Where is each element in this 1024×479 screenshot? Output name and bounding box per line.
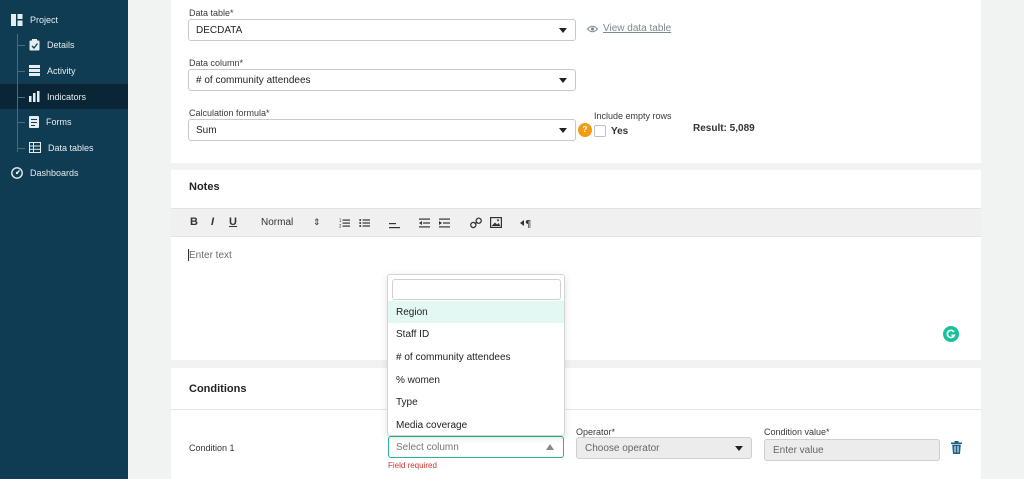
- condition-value-label: Condition value*: [764, 427, 830, 437]
- sidebar-item-label: Data tables: [48, 142, 94, 153]
- svg-text:1: 1: [339, 218, 342, 223]
- calculation-formula-select[interactable]: Sum: [188, 119, 576, 141]
- format-select-arrow-icon: ⇕: [313, 217, 321, 227]
- svg-text:¶: ¶: [525, 219, 531, 228]
- chevron-down-icon: [559, 128, 567, 133]
- include-empty-rows-yes-label: Yes: [611, 126, 629, 137]
- dropdown-option[interactable]: Staff ID: [388, 323, 564, 345]
- notes-editor[interactable]: Enter text: [189, 250, 232, 261]
- help-icon[interactable]: ?: [578, 123, 592, 137]
- include-empty-rows-label: Include empty rows: [594, 111, 672, 121]
- grammarly-icon[interactable]: [943, 326, 959, 342]
- conditions-card: [171, 368, 981, 479]
- ordered-list-icon[interactable]: 12: [339, 218, 350, 228]
- eye-icon: [587, 25, 598, 32]
- dropdown-option[interactable]: Media coverage: [388, 414, 564, 436]
- clipboard-icon: [29, 39, 40, 51]
- sidebar: Project Details Activity Indicators Form…: [0, 0, 128, 479]
- chevron-down-icon: [735, 446, 743, 451]
- column-dropdown-menu: Region Staff ID # of community attendees…: [387, 274, 565, 436]
- svg-text:2: 2: [339, 224, 342, 229]
- calculation-formula-value: Sum: [196, 124, 217, 136]
- data-table-select[interactable]: DECDATA: [188, 19, 576, 41]
- sidebar-item-label: Activity: [47, 65, 76, 76]
- outdent-icon[interactable]: [419, 218, 430, 228]
- sidebar-item-dashboards[interactable]: Dashboards: [11, 167, 79, 179]
- sidebar-item-forms[interactable]: Forms: [29, 116, 72, 128]
- sidebar-tree-tick: [17, 71, 25, 72]
- include-empty-rows-checkbox[interactable]: [594, 125, 606, 137]
- view-data-table-text: View data table: [603, 23, 672, 34]
- bar-chart-icon: [29, 91, 40, 102]
- sidebar-item-project[interactable]: Project: [11, 14, 58, 26]
- dropdown-option[interactable]: Type: [388, 391, 564, 413]
- operator-label: Operator*: [576, 427, 616, 437]
- rich-text-toolbar: B I U Normal ⇕ 12 ¶: [171, 208, 981, 237]
- grammarly-g-icon: [946, 329, 956, 339]
- notes-title: Notes: [189, 181, 220, 193]
- sidebar-item-label: Details: [47, 40, 75, 50]
- data-table-value: DECDATA: [196, 24, 243, 36]
- italic-button[interactable]: I: [211, 216, 214, 228]
- sidebar-item-details[interactable]: Details: [29, 39, 75, 51]
- dashboard-icon: [11, 167, 23, 179]
- indent-icon[interactable]: [439, 218, 450, 228]
- sidebar-item-label: Project: [30, 15, 59, 25]
- dropdown-option[interactable]: % women: [388, 369, 564, 391]
- form-icon: [29, 116, 39, 128]
- condition-column-placeholder: Select column: [396, 441, 459, 453]
- condition-value-input[interactable]: Enter value: [764, 439, 940, 461]
- sidebar-item-label: Dashboards: [30, 168, 79, 178]
- dropdown-option[interactable]: # of community attendees: [388, 346, 564, 368]
- activity-icon: [29, 65, 40, 76]
- operator-placeholder: Choose operator: [585, 442, 660, 454]
- trash-icon: [951, 441, 962, 454]
- sidebar-item-indicators[interactable]: Indicators: [29, 91, 86, 102]
- calculation-formula-label: Calculation formula*: [189, 108, 270, 118]
- sidebar-tree-tick: [17, 122, 25, 123]
- delete-condition-button[interactable]: [951, 441, 962, 459]
- condition-column-select[interactable]: Select column: [388, 436, 564, 458]
- bold-button[interactable]: B: [190, 216, 198, 228]
- dropdown-search-input[interactable]: [392, 279, 561, 300]
- field-required-error: Field required: [388, 461, 437, 470]
- chevron-down-icon: [559, 78, 567, 83]
- sidebar-item-label: Forms: [46, 117, 72, 127]
- data-column-select[interactable]: # of community attendees: [188, 69, 576, 91]
- link-icon[interactable]: [470, 217, 482, 229]
- dropdown-option[interactable]: Region: [388, 301, 564, 323]
- condition-1-label: Condition 1: [189, 443, 235, 453]
- sidebar-item-data-tables[interactable]: Data tables: [29, 142, 94, 153]
- project-icon: [11, 14, 23, 26]
- result-value: Result: 5,089: [693, 123, 755, 134]
- bullet-list-icon[interactable]: [359, 218, 370, 228]
- sidebar-tree-tick: [17, 97, 25, 98]
- conditions-divider: [171, 409, 981, 410]
- sidebar-item-activity[interactable]: Activity: [29, 65, 76, 76]
- sidebar-item-label: Indicators: [47, 91, 87, 102]
- operator-select[interactable]: Choose operator: [576, 437, 752, 459]
- chevron-up-icon: [546, 444, 554, 450]
- image-icon[interactable]: [490, 217, 502, 228]
- conditions-title: Conditions: [189, 383, 247, 395]
- underline-button[interactable]: U: [229, 216, 237, 228]
- data-table-label: Data table*: [189, 8, 234, 18]
- data-column-label: Data column*: [189, 58, 244, 68]
- sidebar-tree-tick: [17, 148, 25, 149]
- notes-card: [171, 170, 981, 360]
- text-direction-icon[interactable]: ¶: [520, 218, 533, 228]
- format-select[interactable]: Normal: [261, 217, 293, 228]
- sidebar-tree-tick: [17, 45, 25, 46]
- view-data-table-link[interactable]: View data table: [587, 23, 671, 34]
- chevron-down-icon: [559, 28, 567, 33]
- data-column-value: # of community attendees: [196, 74, 311, 86]
- align-left-icon[interactable]: [389, 218, 400, 230]
- table-icon: [29, 142, 41, 153]
- condition-value-placeholder: Enter value: [773, 444, 824, 456]
- sidebar-tree-line: [17, 34, 18, 152]
